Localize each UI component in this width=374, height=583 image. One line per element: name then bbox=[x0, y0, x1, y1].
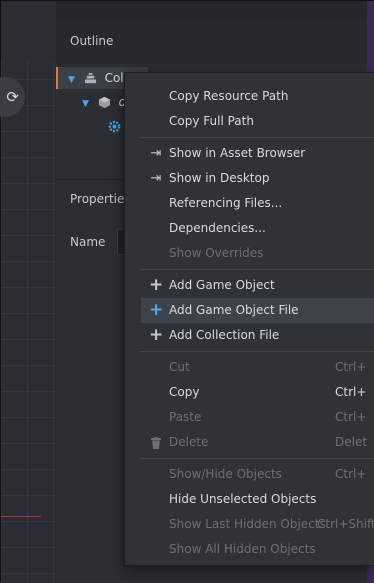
name-label: Name bbox=[70, 235, 106, 249]
x-axis-line bbox=[1, 516, 41, 517]
menu-item-add-collection-file[interactable]: + Add Collection File bbox=[141, 323, 374, 348]
expand-arrow-icon[interactable]: ▼ bbox=[82, 99, 89, 109]
gear-icon bbox=[108, 120, 121, 133]
menu-item-label: Show Overrides bbox=[169, 246, 264, 260]
menu-item-cut[interactable]: Cut Ctrl+ bbox=[141, 355, 374, 380]
menu-item-label: Cut bbox=[169, 360, 190, 374]
collection-icon bbox=[84, 72, 96, 84]
properties-title: Properties bbox=[70, 192, 131, 206]
outline-header: Outline bbox=[56, 20, 374, 64]
menu-item-show-all-hidden-objects[interactable]: Show All Hidden Objects bbox=[141, 537, 374, 562]
menu-item-label: Hide Unselected Objects bbox=[169, 492, 317, 506]
menu-item-referencing-files[interactable]: Referencing Files... bbox=[141, 191, 374, 216]
menu-item-label: Add Collection File bbox=[169, 328, 280, 342]
menu-item-delete[interactable]: Delete Delet bbox=[141, 430, 374, 455]
menu-separator bbox=[139, 351, 374, 352]
scene-viewport[interactable]: ⟳ bbox=[0, 1, 56, 583]
plus-icon: + bbox=[149, 325, 164, 345]
menu-item-label: Show All Hidden Objects bbox=[169, 542, 316, 556]
menu-item-add-game-object[interactable]: + Add Game Object bbox=[141, 273, 374, 298]
context-menu: Copy Resource Path Copy Full Path ⇥ Show… bbox=[124, 72, 374, 566]
menu-item-shortcut: Ctrl+ bbox=[335, 385, 367, 399]
trash-icon bbox=[149, 430, 163, 455]
menu-item-label: Show/Hide Objects bbox=[169, 467, 282, 481]
menu-item-label: Copy Full Path bbox=[169, 114, 254, 128]
menu-item-show-in-asset-browser[interactable]: ⇥ Show in Asset Browser bbox=[141, 141, 374, 166]
rotate-icon: ⟳ bbox=[6, 88, 19, 106]
menu-item-label: Show in Asset Browser bbox=[169, 146, 306, 160]
menu-item-label: Copy Resource Path bbox=[169, 89, 289, 103]
menu-item-label: Add Game Object File bbox=[169, 303, 299, 317]
plus-icon: + bbox=[149, 275, 164, 295]
jump-to-icon: ⇥ bbox=[150, 146, 162, 161]
menu-item-show-overrides[interactable]: Show Overrides bbox=[141, 241, 374, 266]
menu-item-shortcut: Ctrl+Shift+ bbox=[317, 517, 374, 531]
menu-item-shortcut: Ctrl+ bbox=[335, 467, 367, 481]
menu-item-label: Copy bbox=[169, 385, 200, 399]
menu-item-add-game-object-file[interactable]: + Add Game Object File bbox=[141, 298, 374, 323]
menu-item-copy-resource-path[interactable]: Copy Resource Path bbox=[141, 84, 374, 109]
menu-item-show-hide-objects[interactable]: Show/Hide Objects Ctrl+ bbox=[141, 462, 374, 487]
expand-arrow-icon[interactable]: ▼ bbox=[68, 75, 75, 85]
tree-item-component[interactable] bbox=[108, 115, 125, 137]
menu-separator bbox=[139, 137, 374, 138]
menu-separator bbox=[139, 458, 374, 459]
menu-item-show-last-hidden-objects[interactable]: Show Last Hidden Objects Ctrl+Shift+ bbox=[141, 512, 374, 537]
menu-item-paste[interactable]: Paste Ctrl+ bbox=[141, 405, 374, 430]
menu-item-label: Paste bbox=[169, 410, 202, 424]
rotate-tool-button[interactable]: ⟳ bbox=[0, 77, 25, 117]
plus-icon: + bbox=[149, 300, 164, 320]
menu-item-copy[interactable]: Copy Ctrl+ bbox=[141, 380, 374, 405]
outline-title: Outline bbox=[70, 34, 114, 48]
menu-item-label: Show in Desktop bbox=[169, 171, 270, 185]
jump-to-icon: ⇥ bbox=[150, 171, 162, 186]
menu-item-label: Show Last Hidden Objects bbox=[169, 517, 326, 531]
viewport-toolbar bbox=[1, 1, 56, 61]
menu-item-hide-unselected-objects[interactable]: Hide Unselected Objects bbox=[141, 487, 374, 512]
menu-separator bbox=[139, 269, 374, 270]
menu-item-label: Delete bbox=[169, 435, 209, 449]
menu-item-label: Referencing Files... bbox=[169, 196, 283, 210]
menu-item-shortcut: Ctrl+ bbox=[335, 410, 367, 424]
menu-item-show-in-desktop[interactable]: ⇥ Show in Desktop bbox=[141, 166, 374, 191]
menu-item-dependencies[interactable]: Dependencies... bbox=[141, 216, 374, 241]
menu-item-shortcut: Ctrl+ bbox=[335, 360, 367, 374]
menu-item-copy-full-path[interactable]: Copy Full Path bbox=[141, 109, 374, 134]
game-object-icon bbox=[98, 96, 110, 109]
menu-item-label: Add Game Object bbox=[169, 278, 275, 292]
menu-item-shortcut: Delet bbox=[335, 435, 368, 449]
menu-item-label: Dependencies... bbox=[169, 221, 266, 235]
